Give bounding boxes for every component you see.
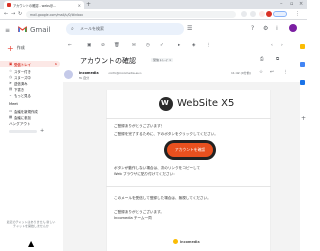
close-tab-icon[interactable]: × — [78, 3, 81, 8]
footer-brand: incomedia — [180, 240, 200, 244]
sidebar-item-more[interactable]: ⌄ もっと見る — [0, 92, 60, 98]
email-line-2: ボタンが動作しない場合は、次のリンクをコピーして — [114, 166, 201, 170]
email-line-5: ご登録ありがとうございます。 — [114, 210, 164, 214]
star-message-icon[interactable]: ☆ — [259, 70, 263, 75]
minimize-icon[interactable]: – — [280, 1, 283, 7]
gmail-wordmark: Gmail — [30, 26, 51, 34]
unread-count: 1 — [54, 62, 57, 66]
help-icon[interactable]: ? — [251, 25, 254, 32]
add-task-icon[interactable]: ✓ — [160, 43, 164, 48]
search-icon: ⌕ — [71, 26, 74, 32]
recipient-to[interactable]: To 自分 — [79, 76, 89, 80]
incomedia-logo-icon — [173, 239, 178, 244]
extension-icon-3[interactable] — [266, 11, 272, 17]
open-new-window-icon[interactable]: ⧉ — [276, 56, 279, 62]
sidebar-item-inbox[interactable]: ▣ 受信トレイ 1 — [0, 61, 60, 67]
compose-button[interactable]: + 作成 — [5, 43, 31, 53]
meet-join-meeting[interactable]: ▦ 会議に参加 — [0, 114, 60, 120]
add-chat-icon[interactable]: + — [40, 128, 44, 134]
websitex5-logo-mark: W — [161, 99, 169, 107]
sender-email: <info@incomedia.eu> — [108, 71, 142, 75]
move-to-icon[interactable]: ▸ — [178, 43, 180, 48]
chrome-menu-icon[interactable]: ⋮ — [295, 11, 300, 17]
email-line-1: ご登録を完了するために、下のボタンをクリックしてください。 — [114, 132, 218, 136]
main-menu-icon[interactable]: ≡ — [5, 27, 10, 34]
divider — [106, 186, 271, 187]
plus-icon: + — [7, 43, 14, 53]
report-spam-icon[interactable]: ⊘ — [101, 43, 105, 48]
tasks-icon[interactable] — [300, 80, 305, 85]
sender-name: incomedia — [79, 71, 99, 75]
sidebar-item-label: スヌーズ中 — [14, 75, 31, 80]
email-line-3: Web ブラウザに貼り付けてください： — [114, 172, 177, 176]
sidebar-item-label: もっと見る — [14, 93, 31, 98]
gmail-logo-icon — [18, 26, 27, 32]
close-window-icon[interactable]: × — [299, 1, 303, 7]
forward-icon[interactable]: → — [11, 11, 15, 17]
search-options-icon[interactable]: ☰ — [187, 25, 192, 32]
meet-heading: Meet — [9, 102, 18, 106]
meet-item-label: 会議に参加 — [14, 115, 31, 120]
mark-unread-icon[interactable]: ✉ — [132, 43, 136, 48]
gmail-favicon-icon — [7, 3, 11, 7]
next-message-icon[interactable]: › — [281, 43, 283, 48]
address-bar[interactable]: mail.google.com/mail/u/0/#inbox — [26, 11, 236, 18]
get-addons-icon[interactable]: + — [301, 115, 306, 122]
new-tab-button[interactable]: + — [86, 1, 91, 8]
search-placeholder: メールを検索 — [80, 26, 104, 31]
sidebar-item-label: 受信トレイ — [14, 62, 31, 67]
message-date: 11:42 (0分前) — [231, 71, 251, 75]
divider — [106, 118, 271, 119]
meet-item-label: 会議を新規作成 — [14, 109, 38, 114]
side-panel-rail — [300, 21, 307, 251]
email-line-6: Incomedia チーム一同 — [114, 216, 152, 220]
search-input[interactable]: ⌕ メールを検索 — [66, 23, 184, 35]
hangouts-user[interactable] — [9, 130, 37, 133]
hangouts-heading: ハングアウト — [9, 122, 31, 126]
settings-gear-icon[interactable]: ⚙ — [263, 25, 268, 32]
sidebar-item-label: スター付き — [14, 69, 31, 74]
compose-label: 作成 — [16, 45, 25, 50]
archive-icon[interactable]: ▣ — [87, 43, 91, 48]
message-more-icon[interactable]: ⋮ — [283, 70, 288, 75]
brand-name: WebSite X5 — [177, 98, 235, 109]
print-icon[interactable]: ⎙ — [260, 56, 264, 62]
reload-icon[interactable]: ↻ — [18, 11, 22, 17]
extension-icon[interactable] — [241, 11, 247, 17]
message-subject: アカウントの確認 — [80, 57, 136, 65]
tab-title: アカウントの確認 - webs@... — [13, 3, 57, 8]
calendar-icon[interactable] — [300, 44, 305, 49]
inbox-label-chip[interactable]: 受信トレイ × — [151, 58, 174, 62]
extension-icon-2[interactable] — [259, 11, 265, 17]
snooze-icon[interactable]: ◷ — [146, 43, 150, 48]
verify-account-button[interactable]: アカウントを確認 — [167, 143, 213, 157]
delete-icon[interactable]: 🗑 — [114, 43, 120, 48]
sidebar-item-label: 下書き — [14, 87, 25, 92]
sender-avatar — [64, 70, 73, 79]
prev-message-icon[interactable]: ‹ — [271, 43, 273, 48]
account-avatar[interactable] — [289, 24, 297, 32]
star-bookmark-icon[interactable] — [250, 11, 256, 17]
sidebar-item-label: 送信済み — [14, 81, 28, 86]
reply-icon[interactable]: ↩ — [270, 70, 274, 75]
keep-icon[interactable] — [300, 62, 305, 67]
mouse-cursor-icon: ▲ — [28, 239, 35, 248]
browser-tab[interactable]: アカウントの確認 - webs@... × — [4, 1, 84, 9]
email-line-4: このメールを受信して登録した場合は、無視してください。 — [114, 196, 211, 200]
profile-button[interactable] — [273, 11, 287, 17]
label-icon[interactable]: ◈ — [192, 43, 195, 48]
back-to-inbox-icon[interactable]: ← — [68, 43, 72, 48]
more-actions-icon[interactable]: ⋮ — [206, 43, 211, 48]
email-greeting: ご登録ありがとうございます！ — [114, 124, 165, 128]
back-icon[interactable]: ← — [4, 11, 8, 17]
apps-grid-icon[interactable]: ⁞ — [276, 25, 278, 32]
hangouts-empty-text: 最近のチャットはありません 新しいチャットを開始しませんか — [6, 220, 56, 228]
maximize-icon[interactable]: ▫ — [290, 1, 293, 7]
